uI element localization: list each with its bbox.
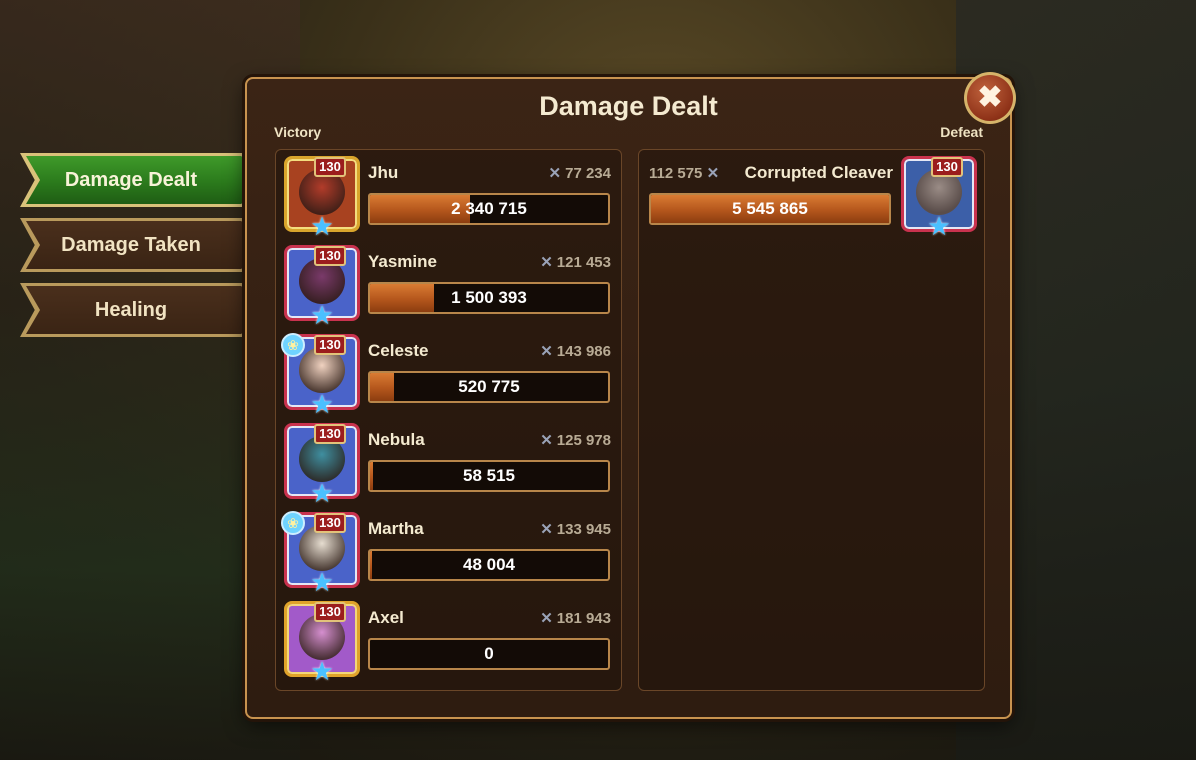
pet-paw-icon: ❀ [281,511,305,535]
damage-bar: 5 545 865 [649,193,891,225]
power-value: 133 945 [556,521,611,538]
hero-name: Axel [368,608,404,627]
crossed-swords-icon: ✕ [540,254,553,271]
hero-row: 130 ★ Axel ✕ 181 943 0 [276,595,623,684]
damage-value: 48 004 [463,555,515,574]
level-badge: 130 [931,157,963,177]
hero-row: 130 ★ Yasmine ✕ 121 453 1 500 393 [276,239,623,328]
team-list: 130 ★ Jhu ✕ 77 234 2 340 715 130 ★ Yasmin… [275,149,622,691]
star-icon: ★ [310,300,334,330]
power-value: 121 453 [556,254,611,271]
tab-label: Damage Dealt [64,168,198,191]
defeat-label: Defeat [940,124,983,140]
enemy-name: Corrupted Cleaver [744,163,893,182]
hero-row: 130 ★ Nebula ✕ 125 978 58 515 [276,417,623,506]
hero-portrait[interactable]: 130 ★ [284,156,360,239]
star-icon: ★ [927,211,951,241]
enemy-power: 112 575 ✕ [649,164,723,182]
hero-portrait[interactable]: 130 ★ [284,423,360,506]
hero-portrait[interactable]: 130 ★ [284,245,360,328]
damage-bar: 520 775 [368,371,610,403]
hero-name: Jhu [368,163,399,182]
hero-name: Martha [368,519,424,538]
power-value: 125 978 [556,432,611,449]
hero-power: ✕ 121 453 [540,253,611,271]
hero-row: 130 ❀ ★ Celeste ✕ 143 986 520 775 [276,328,623,417]
hero-row: 130 ❀ ★ Martha ✕ 133 945 48 004 [276,506,623,595]
power-value: 143 986 [556,343,611,360]
power-value: 77 234 [565,165,611,182]
crossed-swords-icon: ✕ [540,343,553,360]
star-icon: ★ [310,567,334,597]
hero-power: ✕ 125 978 [540,431,611,449]
damage-value: 2 340 715 [451,199,527,218]
enemy-list: 112 575 ✕ Corrupted Cleaver 5 545 865 13… [638,149,985,691]
damage-bar: 0 [368,638,610,670]
close-icon: ✖ [967,75,1013,121]
close-button[interactable]: ✖ [964,72,1016,124]
crossed-swords-icon: ✕ [540,432,553,449]
tab-damage-taken[interactable]: Damage Taken [20,218,266,272]
enemy-row: 112 575 ✕ Corrupted Cleaver 5 545 865 13… [639,150,986,240]
tab-label: Healing [94,298,168,321]
tab-label: Damage Taken [61,233,201,256]
damage-bar: 58 515 [368,460,610,492]
panel-title: Damage Dealt [539,91,718,121]
damage-bar: 48 004 [368,549,610,581]
damage-value: 5 545 865 [732,199,808,218]
crossed-swords-icon: ✕ [706,165,720,182]
tab-damage-dealt[interactable]: Damage Dealt [20,153,266,207]
star-icon: ★ [310,478,334,508]
level-badge: 130 [314,157,346,177]
tab-healing[interactable]: Healing [20,283,266,337]
hero-name: Nebula [368,430,425,449]
star-icon: ★ [310,211,334,241]
star-icon: ★ [310,389,334,419]
damage-value: 520 775 [458,377,520,396]
pet-paw-icon: ❀ [281,333,305,357]
crossed-swords-icon: ✕ [540,521,553,538]
level-badge: 130 [314,424,346,444]
damage-bar: 1 500 393 [368,282,610,314]
hero-power: ✕ 181 943 [540,609,611,627]
enemy-portrait[interactable]: 130 ★ [901,156,977,239]
hero-power: ✕ 143 986 [540,342,611,360]
power-value: 181 943 [556,610,611,627]
hero-portrait[interactable]: 130 ❀ ★ [281,333,360,417]
hero-portrait[interactable]: 130 ❀ ★ [281,511,360,595]
damage-bar: 2 340 715 [368,193,610,225]
damage-value: 58 515 [463,466,515,485]
damage-value: 0 [484,644,494,663]
crossed-swords-icon: ✕ [540,610,553,627]
victory-label: Victory [274,124,322,140]
hero-name: Yasmine [368,252,437,271]
hero-name: Celeste [368,341,429,360]
hero-row: 130 ★ Jhu ✕ 77 234 2 340 715 [276,150,623,239]
hero-power: ✕ 133 945 [540,520,611,538]
level-badge: 130 [314,602,346,622]
hero-portrait[interactable]: 130 ★ [284,601,360,684]
level-badge: 130 [314,513,346,533]
power-value: 112 575 [649,165,703,182]
level-badge: 130 [314,246,346,266]
hero-power: ✕ 77 234 [549,164,611,182]
damage-value: 1 500 393 [451,288,527,307]
damage-panel: Damage Dealt Victory Defeat 130 ★ Jhu ✕ 7… [245,77,1012,719]
star-icon: ★ [310,656,334,686]
crossed-swords-icon: ✕ [548,165,562,182]
level-badge: 130 [314,335,346,355]
